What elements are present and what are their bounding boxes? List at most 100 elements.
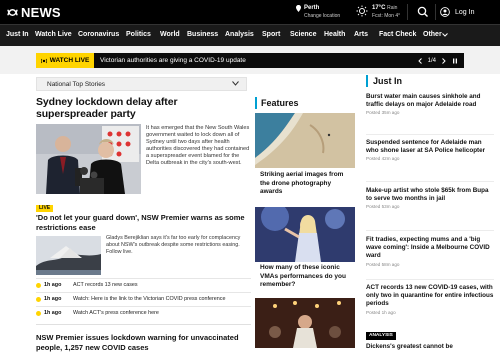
next-icon[interactable] — [442, 57, 446, 64]
just-in-item[interactable]: Suspended sentence for Adelaide man who … — [366, 139, 494, 161]
previous-icon[interactable] — [417, 57, 422, 64]
features-title: Features — [261, 98, 299, 108]
second-story-headline[interactable]: 'Do not let your guard down', NSW Premie… — [36, 213, 251, 232]
nav-item-watch-live[interactable]: Watch Live — [35, 31, 72, 38]
weather-condition: Rain — [387, 5, 398, 11]
login-label: Log In — [455, 8, 475, 16]
nav-item-analysis[interactable]: Analysis — [225, 31, 254, 38]
divider — [366, 230, 494, 231]
feature-caption[interactable]: Striking aerial images from the drone ph… — [260, 171, 352, 197]
just-in-item[interactable]: Burst water main causes sinkhole and tra… — [366, 93, 494, 115]
feature-image-crowd[interactable] — [255, 298, 355, 348]
dropdown-label: National Top Stories — [47, 81, 106, 88]
just-in-headline[interactable]: Suspended sentence for Adelaide man who … — [366, 139, 494, 155]
nav-item-fact-check[interactable]: Fact Check — [379, 31, 416, 38]
just-in-item[interactable]: Make-up artist who stole $65k from Bupa … — [366, 187, 494, 209]
analysis-headline[interactable]: Dickens's greatest cannot be — [366, 343, 453, 350]
analysis-badge: ANALYSIS — [366, 332, 396, 340]
nav-item-sport[interactable]: Sport — [262, 31, 280, 38]
just-in-heading: Just In — [366, 74, 494, 88]
live-tag-label: LIVE — [39, 205, 51, 211]
weather-temp: 17°C — [372, 5, 386, 11]
lead-story-image[interactable] — [36, 124, 141, 194]
just-in-headline[interactable]: Fit tradies, expecting mums and a 'big w… — [366, 236, 494, 261]
brand-wordmark: NEWS — [21, 4, 61, 20]
location-pin-icon — [296, 5, 301, 12]
divider — [366, 134, 494, 135]
lead-story-summary: It has emerged that the New South Wales … — [146, 125, 250, 167]
features-heading: Features — [255, 96, 299, 110]
weather-widget[interactable]: 17°C Rain Fcst: Mon 4° — [356, 4, 400, 20]
search-icon[interactable] — [416, 5, 430, 19]
timeline-text[interactable]: ACT records 13 new cases — [73, 282, 138, 288]
chevron-down-icon[interactable] — [442, 33, 448, 37]
timeline-text[interactable]: Watch: Here is the link to the Victorian… — [73, 296, 226, 302]
nav-item-business[interactable]: Business — [187, 31, 218, 38]
nav-item-world[interactable]: World — [160, 31, 180, 38]
change-location-link[interactable]: Change location — [304, 12, 340, 20]
header-divider — [407, 4, 408, 20]
second-story-summary: Gladys Berejiklian says it's far too ear… — [106, 235, 241, 255]
lead-story-headline[interactable]: Sydney lockdown delay after superspreade… — [36, 96, 251, 120]
chevron-down-icon — [232, 81, 239, 86]
analysis-label: ANALYSIS — [369, 333, 393, 338]
live-pager-controls: 1/4 — [417, 53, 464, 68]
site-header: NEWS Perth Change location 17°C Rain Fcs… — [0, 0, 500, 24]
nav-item-politics[interactable]: Politics — [126, 31, 151, 38]
live-badge: LIVE — [36, 205, 54, 212]
nav-item-arts[interactable]: Arts — [354, 31, 368, 38]
second-story-image[interactable] — [36, 236, 101, 275]
primary-nav: Just In Watch Live Coronavirus Politics … — [0, 24, 500, 46]
third-story-headline[interactable]: NSW Premier issues lockdown warning for … — [36, 333, 251, 352]
just-in-time: Posted 42m ago — [366, 156, 400, 162]
watch-live-strip: WATCH LIVE Victorian authorities are giv… — [0, 46, 500, 74]
timeline-time: 1h ago — [44, 282, 62, 288]
just-in-time: Posted 53m ago — [366, 204, 400, 210]
just-in-headline[interactable]: Make-up artist who stole $65k from Bupa … — [366, 187, 494, 203]
abc-logo-icon — [7, 8, 18, 16]
live-pager-count: 1/4 — [427, 57, 436, 64]
just-in-time: Posted 1h ago — [366, 309, 396, 315]
live-headline[interactable]: Victorian authorities are giving a COVID… — [100, 57, 246, 64]
weather-sun-icon — [356, 5, 368, 17]
live-dot-icon — [36, 311, 41, 316]
top-stories-dropdown[interactable]: National Top Stories — [36, 77, 247, 91]
nav-item-coronavirus[interactable]: Coronavirus — [78, 31, 119, 38]
live-dot-icon — [36, 283, 41, 288]
section-divider — [36, 324, 251, 325]
nav-item-science[interactable]: Science — [290, 31, 316, 38]
just-in-time: Posted 35m ago — [366, 110, 400, 116]
feature-image-aerial[interactable] — [255, 113, 355, 168]
just-in-item[interactable]: Fit tradies, expecting mums and a 'big w… — [366, 236, 494, 267]
watch-live-banner[interactable]: WATCH LIVE Victorian authorities are giv… — [36, 53, 464, 68]
timeline-text[interactable]: Watch ACT's press conference here — [73, 310, 159, 316]
weather-forecast: Fcst: Mon 4° — [372, 13, 401, 19]
login-button[interactable]: Log In — [440, 5, 474, 19]
nav-item-health[interactable]: Health — [324, 31, 345, 38]
just-in-item[interactable]: ACT records 13 new COVID-19 cases, with … — [366, 284, 494, 315]
feature-image-vmas[interactable] — [255, 207, 355, 262]
location-city: Perth — [304, 5, 320, 11]
live-dot-icon — [36, 297, 41, 302]
timeline-time: 1h ago — [44, 310, 62, 316]
user-icon — [440, 7, 450, 17]
divider — [366, 279, 494, 280]
feature-caption[interactable]: How many of these iconic VMAs performanc… — [260, 264, 352, 290]
timeline-item[interactable]: 1h ago ACT records 13 new cases — [36, 278, 251, 291]
timeline-item[interactable]: 1h ago Watch: Here is the link to the Vi… — [36, 292, 251, 305]
just-in-title: Just In — [373, 76, 403, 86]
section-accent-bar — [366, 75, 368, 87]
abc-news-logo[interactable]: NEWS — [7, 4, 61, 20]
live-broadcast-icon — [40, 58, 47, 63]
watch-live-label: WATCH LIVE — [49, 57, 90, 64]
pause-icon[interactable] — [452, 58, 458, 64]
nav-item-just-in[interactable]: Just In — [6, 31, 29, 38]
divider — [366, 181, 494, 182]
location-selector[interactable]: Perth Change location — [296, 4, 340, 20]
timeline-item[interactable]: 1h ago Watch ACT's press conference here — [36, 306, 251, 319]
header-divider — [435, 4, 436, 20]
nav-item-other[interactable]: Other — [423, 31, 442, 38]
just-in-headline[interactable]: Burst water main causes sinkhole and tra… — [366, 93, 494, 109]
just-in-headline[interactable]: ACT records 13 new COVID-19 cases, with … — [366, 284, 494, 309]
watch-live-badge[interactable]: WATCH LIVE — [36, 53, 94, 68]
